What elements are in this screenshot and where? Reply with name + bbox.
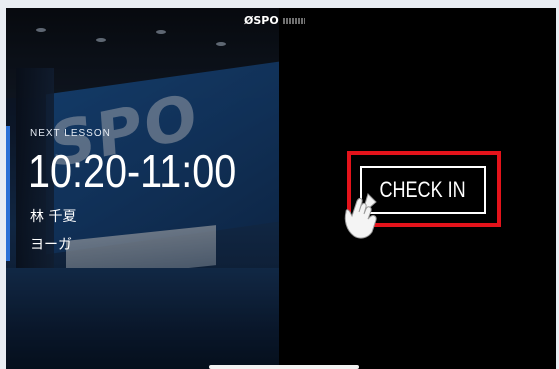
lesson-name: ヨーガ xyxy=(30,237,72,253)
check-in-label: CHECK IN xyxy=(379,177,467,202)
pointing-hand-icon xyxy=(344,193,377,239)
brand-logo: ØSPO xyxy=(244,14,305,27)
brand-tagline xyxy=(282,17,305,24)
brand-logo-text: ØSPO xyxy=(244,14,279,27)
instructor-name: 林 千夏 xyxy=(30,209,77,225)
lesson-info-panel: SPO NEXT LESSON 10:20-11:00 林 千夏 ヨーガ xyxy=(6,8,279,369)
next-lesson-label: NEXT LESSON xyxy=(30,128,111,139)
home-indicator xyxy=(209,365,359,369)
accent-bar xyxy=(6,126,10,261)
lesson-time: 10:20-11:00 xyxy=(28,145,237,197)
